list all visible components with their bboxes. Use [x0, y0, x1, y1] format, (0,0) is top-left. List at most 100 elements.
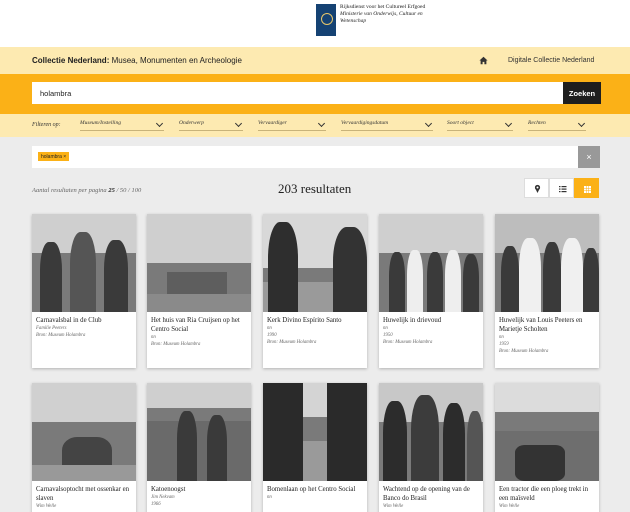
result-card[interactable]: Wachtend op de opening van de Banco do B…: [379, 383, 483, 512]
map-pin-icon: [534, 184, 541, 193]
chevron-down-icon: [424, 119, 433, 128]
filter-rechten-label: Rechten: [528, 120, 546, 126]
site-title[interactable]: Collectie Nederland: Musea, Monumenten e…: [32, 56, 242, 65]
filter-label: Filteren op:: [32, 122, 61, 128]
filter-museum-label: Museum/Instelling: [80, 120, 121, 126]
result-card[interactable]: Carnavalsoptocht met ossenkar en slaven …: [32, 383, 136, 512]
card-source: Bron: Museum Holambra: [383, 340, 433, 345]
card-maker: Familie Peeters: [36, 326, 67, 331]
ministry-name-1: Ministerie van Onderwijs, Cultuur en: [340, 11, 423, 17]
card-maker: nn: [267, 495, 272, 500]
card-title: Een tractor die een ploeg trekt in een m…: [499, 486, 589, 502]
card-title: Huwelijk in drievoud: [383, 317, 442, 324]
chevron-down-icon: [317, 119, 326, 128]
card-maker: Jim Nekvam: [151, 495, 175, 500]
search-bar: Zoeken: [0, 74, 630, 114]
result-card[interactable]: Kerk Divino Espírito Santo nn 1990 Bron:…: [263, 214, 367, 368]
per-page-100[interactable]: 100: [131, 187, 141, 194]
filter-onderwerp[interactable]: Onderwerp: [179, 119, 243, 131]
card-source: Bron: Museum Holambra: [36, 333, 86, 338]
card-maker: nn: [267, 326, 272, 331]
result-count: 203 resultaten: [278, 181, 352, 196]
card-date: 1959: [499, 342, 509, 347]
per-page-selector: Aantal resultaten per pagina 25 / 50 / 1…: [32, 187, 141, 194]
card-maker: Wim Welle: [499, 504, 520, 509]
card-date: 1966: [151, 502, 161, 507]
search-input[interactable]: [32, 82, 563, 104]
card-photo: [379, 214, 483, 312]
card-title: Bomenlaan op het Centro Social: [267, 486, 356, 493]
chevron-down-icon: [155, 119, 164, 128]
home-icon[interactable]: [479, 56, 488, 65]
result-card[interactable]: Huwelijk van Louis Peeters en Marietje S…: [495, 214, 599, 368]
filter-soort[interactable]: Soort object: [447, 119, 513, 131]
filter-museum[interactable]: Museum/Instelling: [80, 119, 164, 131]
result-card[interactable]: Het huis van Ria Cruijsen op het Centro …: [147, 214, 251, 368]
title-bar: Collectie Nederland: Musea, Monumenten e…: [0, 47, 630, 74]
card-maker: nn: [499, 335, 504, 340]
active-tag-holambra[interactable]: holambra ×: [38, 152, 70, 161]
ministry-name-2: Wetenschap: [340, 18, 367, 24]
card-source: Bron: Museum Holambra: [499, 349, 549, 354]
card-maker: Wim Welle: [36, 504, 57, 509]
result-card[interactable]: Bomenlaan op het Centro Social nn: [263, 383, 367, 512]
filter-soort-label: Soort object: [447, 120, 474, 126]
card-title: Kerk Divino Espírito Santo: [267, 317, 342, 324]
filter-vervaardiger[interactable]: Vervaardiger: [258, 119, 326, 131]
result-card[interactable]: Huwelijk in drievoud nn 1950 Bron: Museu…: [379, 214, 483, 368]
card-photo: [32, 214, 136, 312]
card-title: Carnavalsbal in de Club: [36, 317, 102, 324]
per-page-label: Aantal resultaten per pagina: [32, 187, 107, 194]
rce-logo[interactable]: Rijksdienst voor het Cultureel Erfgoed M…: [316, 4, 460, 36]
result-card[interactable]: Katoenoogst Jim Nekvam 1966: [147, 383, 251, 512]
coat-of-arms-icon: [316, 4, 336, 36]
card-photo: [263, 383, 367, 481]
card-title: Katoenoogst: [151, 486, 186, 493]
grid-icon: [584, 186, 591, 193]
chevron-down-icon: [504, 119, 513, 128]
grid-view-button[interactable]: [574, 178, 599, 198]
logo-text: Rijksdienst voor het Cultureel Erfgoed M…: [340, 4, 460, 36]
digitale-collectie-link[interactable]: Digitale Collectie Nederland: [508, 57, 594, 64]
org-name: Rijksdienst voor het Cultureel Erfgoed: [340, 4, 426, 10]
card-title: Carnavalsoptocht met ossenkar en slaven: [36, 486, 130, 502]
clear-filters-button[interactable]: ×: [578, 146, 600, 168]
card-photo: [495, 383, 599, 481]
tag-label: holambra: [41, 154, 62, 160]
card-date: 1950: [383, 333, 393, 338]
card-photo: [379, 383, 483, 481]
site-title-rest: Musea, Monumenten en Archeologie: [109, 56, 242, 65]
map-view-button[interactable]: [524, 178, 549, 198]
card-photo: [147, 383, 251, 481]
card-photo: [32, 383, 136, 481]
top-bar: Rijksdienst voor het Cultureel Erfgoed M…: [0, 0, 630, 47]
chevron-down-icon: [234, 119, 243, 128]
card-title: Wachtend op de opening van de Banco do B…: [383, 486, 470, 502]
active-filters: holambra × ×: [32, 146, 600, 168]
filter-rechten[interactable]: Rechten: [528, 119, 586, 131]
result-card[interactable]: Carnavalsbal in de Club Familie Peeters …: [32, 214, 136, 368]
card-title: Het huis van Ria Cruijsen op het Centro …: [151, 317, 240, 333]
chevron-down-icon: [577, 119, 586, 128]
filter-vervaardiger-label: Vervaardiger: [258, 120, 287, 126]
card-maker: Wim Welle: [383, 504, 404, 509]
site-title-bold: Collectie Nederland:: [32, 56, 110, 65]
card-date: 1990: [267, 333, 277, 338]
tag-remove-icon[interactable]: ×: [63, 154, 66, 160]
list-view-button[interactable]: [549, 178, 574, 198]
card-source: Bron: Museum Holambra: [151, 342, 201, 347]
card-maker: nn: [383, 326, 388, 331]
search-button[interactable]: Zoeken: [563, 82, 601, 104]
card-maker: nn: [151, 335, 156, 340]
filter-datum[interactable]: Vervaardigingsdatum: [341, 119, 433, 131]
card-photo: [495, 214, 599, 312]
card-photo: [147, 214, 251, 312]
view-toggle: [524, 178, 599, 198]
list-icon: [559, 186, 567, 193]
result-card[interactable]: Een tractor die een ploeg trekt in een m…: [495, 383, 599, 512]
filter-onderwerp-label: Onderwerp: [179, 120, 205, 126]
card-source: Bron: Museum Holambra: [267, 340, 317, 345]
card-title: Huwelijk van Louis Peeters en Marietje S…: [499, 317, 583, 333]
filter-datum-label: Vervaardigingsdatum: [341, 120, 389, 126]
card-photo: [263, 214, 367, 312]
